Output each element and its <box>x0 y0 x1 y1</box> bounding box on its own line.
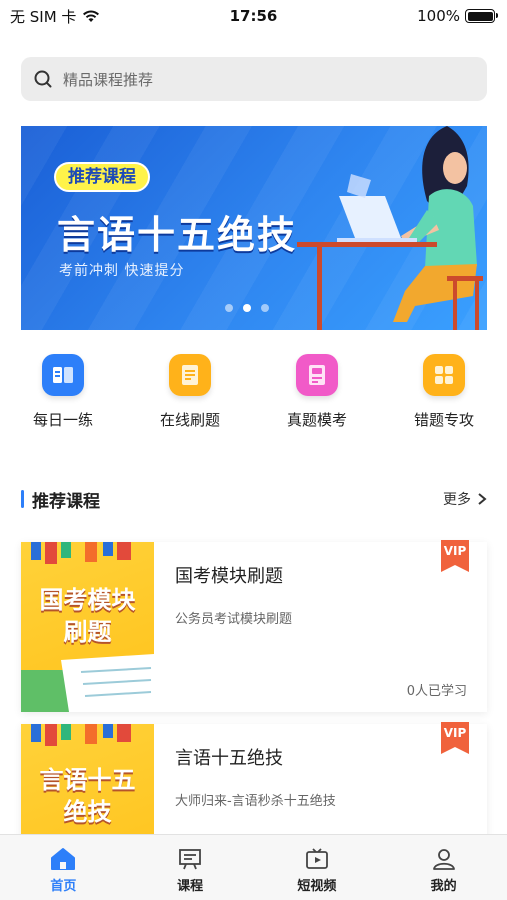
pagination-dot[interactable] <box>261 304 269 312</box>
wifi-icon <box>83 10 100 22</box>
quick-entry-label: 真题模考 <box>286 411 347 429</box>
book-icon <box>42 354 84 396</box>
section-title: 推荐课程 <box>32 491 100 512</box>
document-icon <box>169 354 211 396</box>
exam-icon <box>296 354 338 396</box>
thumbnail-title-line1: 国考模块 <box>39 586 136 614</box>
course-title: 国考模块刷题 <box>175 566 283 587</box>
grid-icon <box>423 354 465 396</box>
status-left: 无 SIM 卡 <box>10 6 100 27</box>
pagination-dot-active[interactable] <box>243 304 251 312</box>
clock: 17:56 <box>229 7 278 25</box>
quick-entry-grid: 每日一练 在线刷题 真题模考 错题专攻 <box>0 354 507 444</box>
more-label: 更多 <box>443 492 471 508</box>
section-accent-bar <box>21 490 24 508</box>
quick-entry-label: 在线刷题 <box>159 411 220 429</box>
recommended-section-header: 推荐课程 更多 <box>21 486 487 512</box>
vip-badge: VIP <box>441 540 469 572</box>
home-icon <box>51 848 76 870</box>
search-icon <box>34 70 52 88</box>
tab-label: 短视频 <box>297 879 337 894</box>
profile-icon <box>432 849 455 870</box>
tab-label: 首页 <box>50 879 77 894</box>
quick-entry-wrong-questions[interactable]: 错题专攻 <box>394 354 494 430</box>
quick-entry-daily-practice[interactable]: 每日一练 <box>13 354 113 430</box>
thumbnail-title-line2: 刷题 <box>63 618 112 646</box>
bottom-tab-bar: 首页 课程 短视频 我的 <box>0 834 507 900</box>
thumbnail-title-line1: 言语十五 <box>39 766 136 794</box>
battery-icon <box>465 9 498 23</box>
tab-courses[interactable]: 课程 <box>127 835 254 900</box>
chevron-right-icon <box>478 493 487 505</box>
quick-entry-label: 每日一练 <box>32 411 93 429</box>
status-bar: 无 SIM 卡 17:56 100% <box>0 0 507 32</box>
banner-subtitle: 考前冲刺 快速提分 <box>59 263 185 279</box>
status-right: 100% <box>417 7 498 25</box>
battery-percent: 100% <box>417 7 460 25</box>
section-title-wrap: 推荐课程 <box>21 487 100 512</box>
quick-entry-label: 错题专攻 <box>413 411 474 429</box>
tab-short-video[interactable]: 短视频 <box>254 835 381 900</box>
promo-banner[interactable]: 推荐课程 言语十五绝技 考前冲刺 快速提分 <box>21 126 487 330</box>
banner-tag: 推荐课程 <box>54 162 150 192</box>
carrier-label: 无 SIM 卡 <box>10 7 77 26</box>
vip-badge: VIP <box>441 722 469 754</box>
course-title: 言语十五绝技 <box>175 748 283 769</box>
quick-entry-online-practice[interactable]: 在线刷题 <box>140 354 240 430</box>
more-link[interactable]: 更多 <box>443 489 487 509</box>
course-learner-count: 0人已学习 <box>406 684 467 699</box>
banner-pagination[interactable] <box>225 304 269 312</box>
search-input[interactable]: 精品课程推荐 <box>63 69 153 90</box>
pagination-dot[interactable] <box>225 304 233 312</box>
search-bar[interactable]: 精品课程推荐 <box>21 57 487 101</box>
tab-home[interactable]: 首页 <box>0 835 127 900</box>
tab-profile[interactable]: 我的 <box>380 835 507 900</box>
course-thumbnail: 国考模块 刷题 <box>21 542 154 712</box>
banner-illustration <box>297 126 483 330</box>
tab-label: 课程 <box>177 879 204 894</box>
tab-label: 我的 <box>430 879 457 894</box>
course-icon <box>179 849 202 870</box>
quick-entry-mock-exam[interactable]: 真题模考 <box>267 354 367 430</box>
course-description: 大师归来-言语秒杀十五绝技 <box>175 794 336 809</box>
banner-title: 言语十五绝技 <box>57 213 298 257</box>
thumbnail-title-line2: 绝技 <box>63 798 112 826</box>
course-description: 公务员考试模块刷题 <box>175 612 293 627</box>
course-card[interactable]: 国考模块 刷题 国考模块刷题 公务员考试模块刷题 0人已学习 VIP <box>21 540 487 712</box>
video-icon <box>305 848 328 869</box>
